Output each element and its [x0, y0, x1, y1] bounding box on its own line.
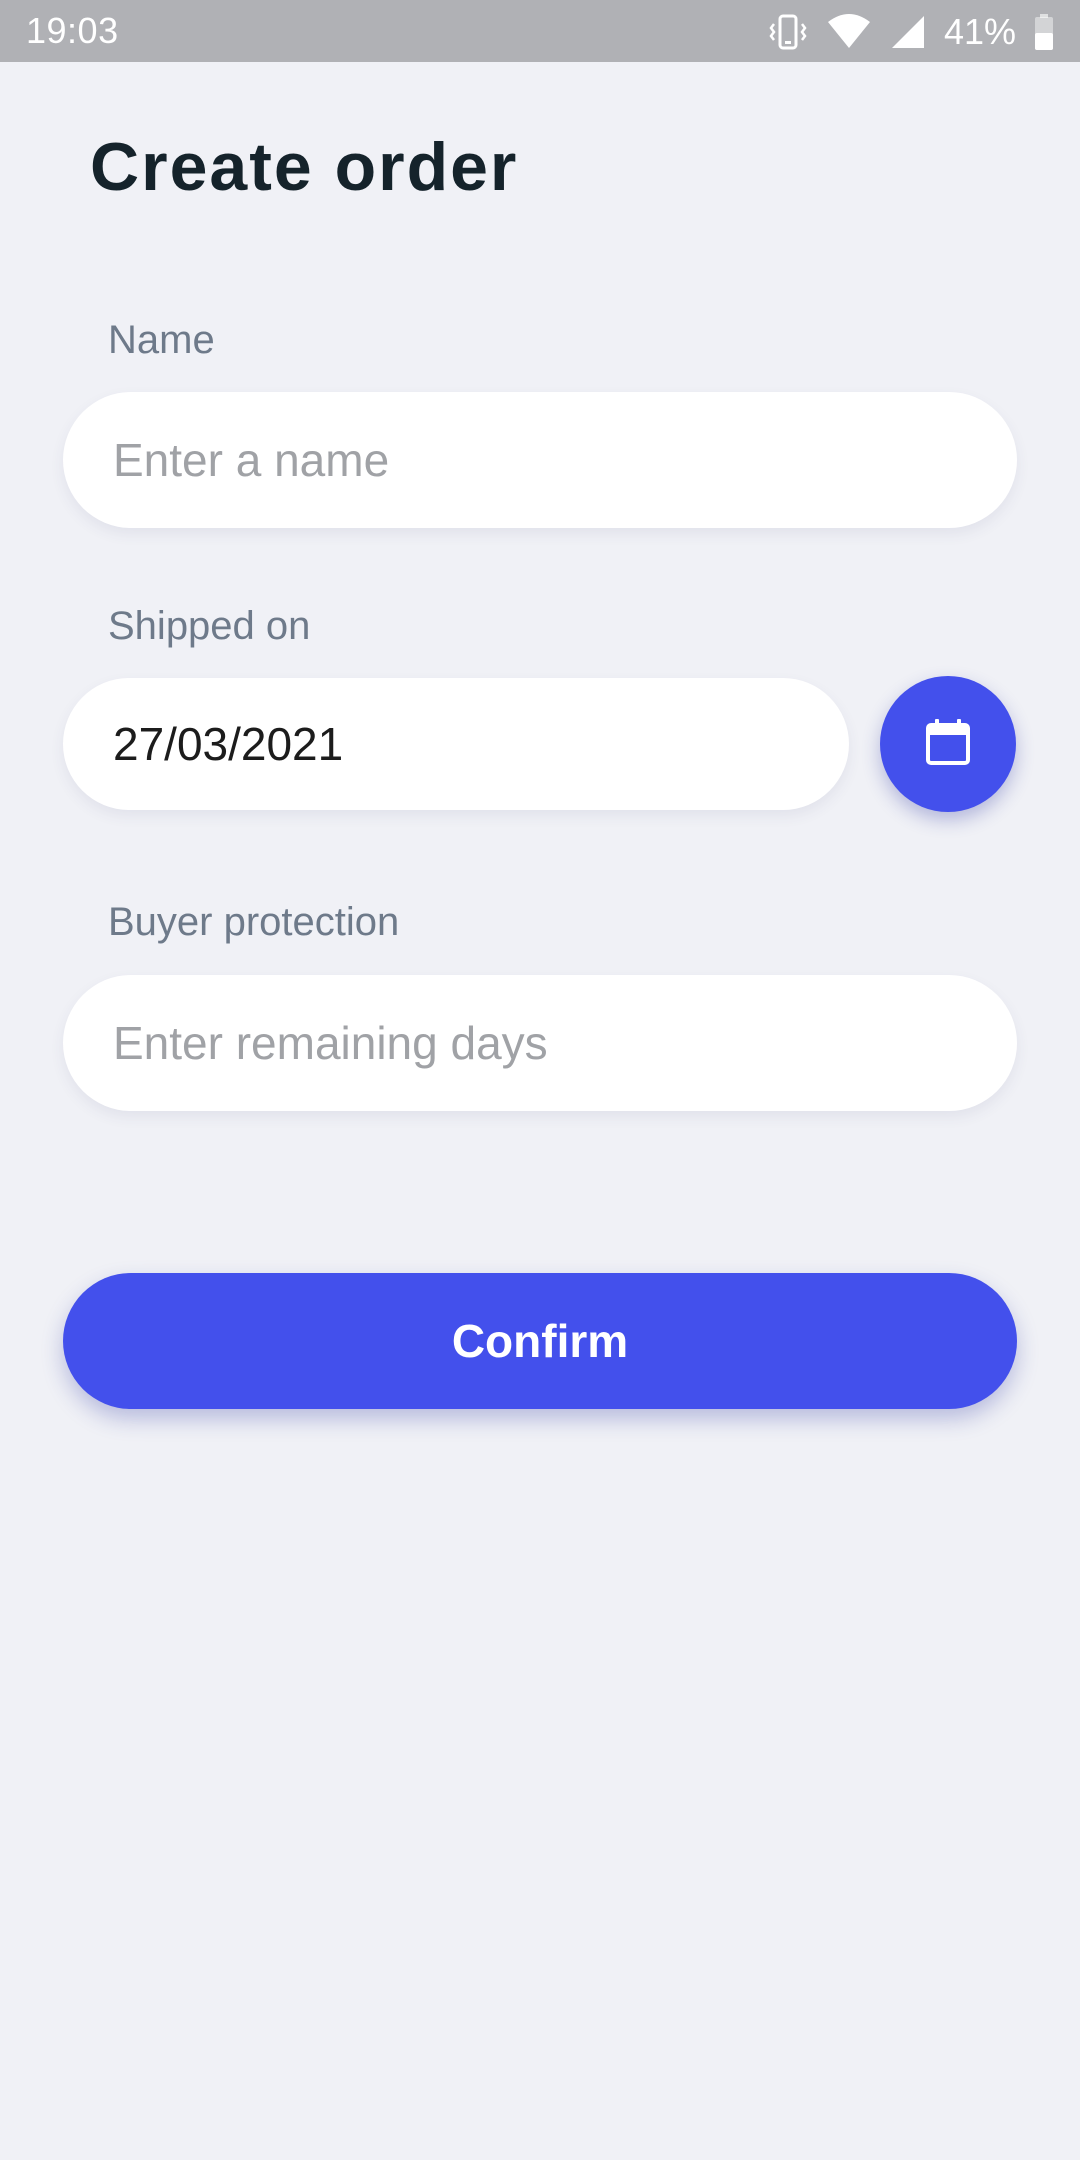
status-icons: 41%: [768, 12, 1054, 52]
name-label: Name: [108, 318, 215, 362]
buyer-protection-input[interactable]: [63, 975, 1017, 1111]
wifi-icon: [826, 14, 872, 50]
shipped-on-date-field[interactable]: 27/03/2021: [63, 678, 849, 810]
buyer-protection-label: Buyer protection: [108, 900, 400, 944]
status-time: 19:03: [26, 10, 119, 51]
status-bar: 19:03 41%: [0, 0, 1080, 62]
page-title: Create order: [90, 129, 519, 205]
calendar-icon: [925, 717, 971, 772]
vibrate-icon: [768, 12, 808, 52]
battery-icon: [1034, 13, 1054, 51]
battery-percent: 41%: [943, 11, 1016, 52]
date-picker-button[interactable]: [880, 676, 1016, 812]
confirm-button-label: Confirm: [451, 1315, 629, 1367]
shipped-on-label: Shipped on: [108, 604, 311, 648]
confirm-button[interactable]: Confirm: [63, 1273, 1017, 1409]
signal-icon: [890, 14, 926, 50]
name-input[interactable]: [63, 392, 1017, 528]
shipped-on-date-value: 27/03/2021: [113, 718, 344, 770]
